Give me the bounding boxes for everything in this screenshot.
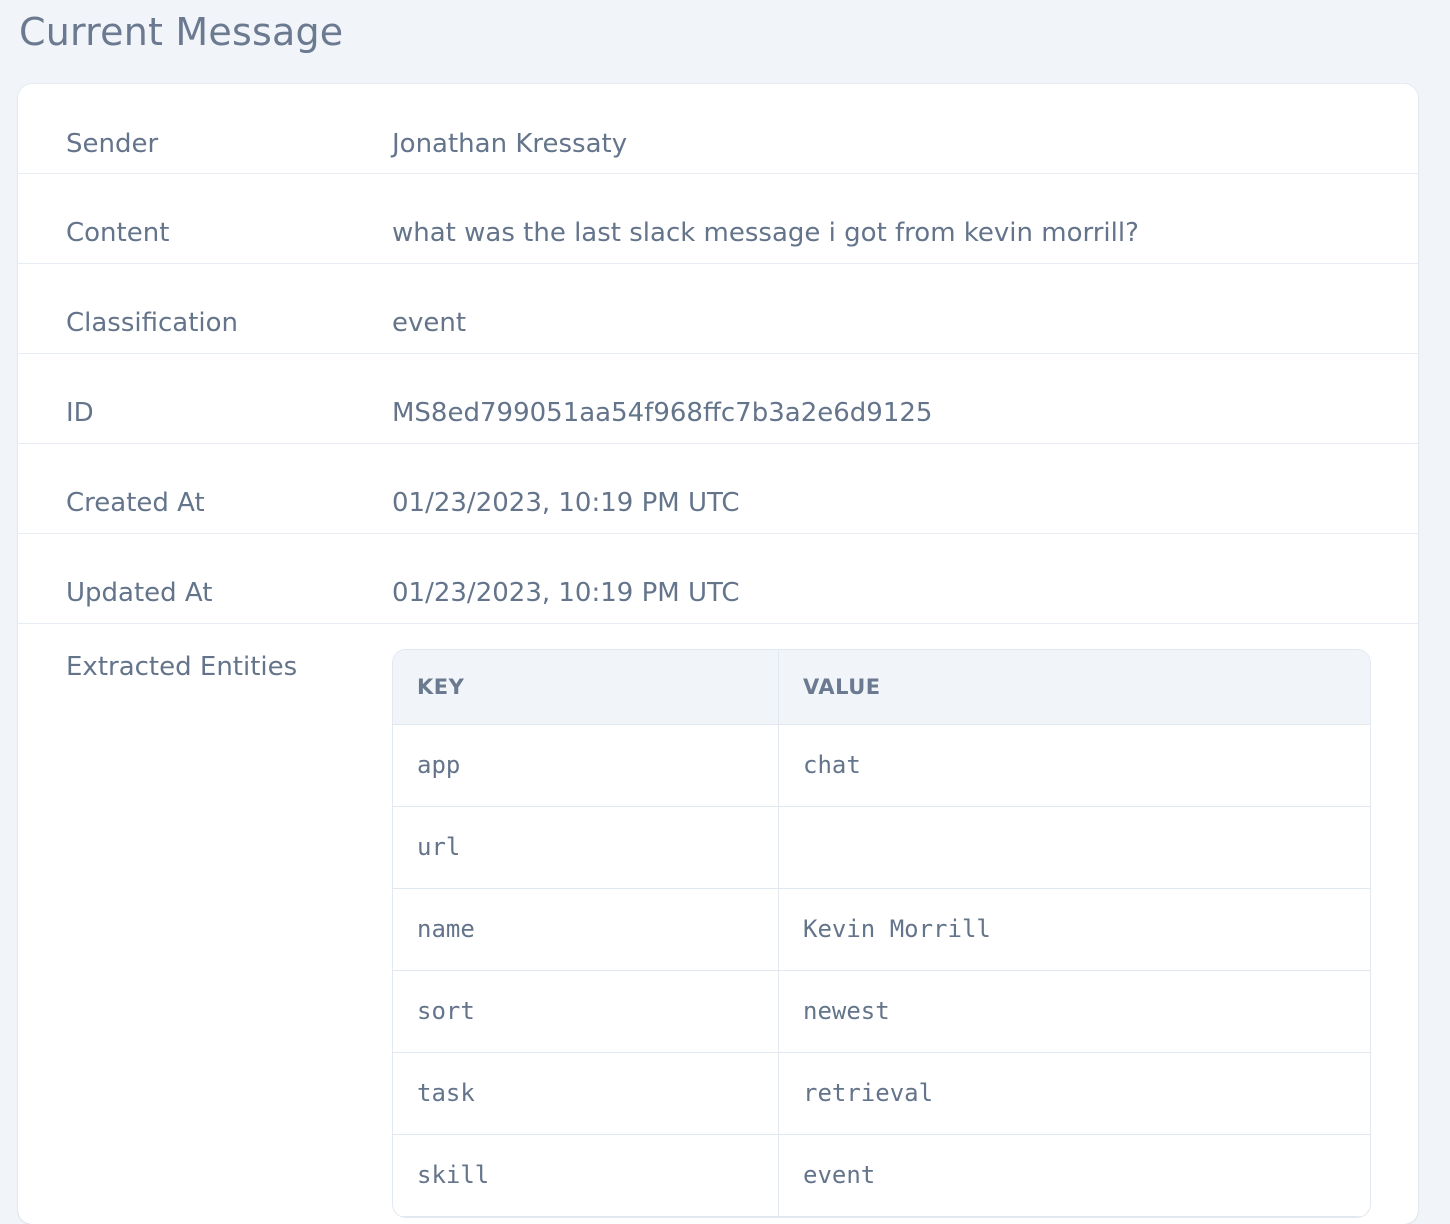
classification-label: Classification xyxy=(66,308,239,338)
detail-row-classification: Classification event xyxy=(18,264,1418,354)
content-label: Content xyxy=(66,218,170,248)
entity-value-cell: event xyxy=(803,1161,876,1189)
detail-row-created-at: Created At 01/23/2023, 10:19 PM UTC xyxy=(18,444,1418,534)
detail-row-sender: Sender Jonathan Kressaty xyxy=(18,84,1418,174)
entity-value-cell: newest xyxy=(803,997,890,1025)
detail-row-updated-at: Updated At 01/23/2023, 10:19 PM UTC xyxy=(18,534,1418,624)
sender-value: Jonathan Kressaty xyxy=(392,129,628,159)
entities-table: KEY VALUE app chat url name Kevin Morril… xyxy=(392,649,1371,1218)
id-value: MS8ed799051aa54f968ffc7b3a2e6d9125 xyxy=(392,398,933,428)
entity-value-cell xyxy=(779,807,1370,888)
column-header-key: KEY xyxy=(393,650,779,724)
entities-table-header: KEY VALUE xyxy=(393,650,1370,725)
entity-key-cell: url xyxy=(393,807,779,888)
column-header-value: VALUE xyxy=(803,675,881,699)
updated-at-value: 01/23/2023, 10:19 PM UTC xyxy=(392,578,740,608)
table-row: sort newest xyxy=(393,971,1370,1053)
detail-row-id: ID MS8ed799051aa54f968ffc7b3a2e6d9125 xyxy=(18,354,1418,444)
detail-row-content: Content what was the last slack message … xyxy=(18,174,1418,264)
content-value: what was the last slack message i got fr… xyxy=(392,218,1139,248)
table-row: url xyxy=(393,807,1370,889)
classification-value: event xyxy=(392,308,467,338)
sender-label: Sender xyxy=(66,129,159,159)
created-at-value: 01/23/2023, 10:19 PM UTC xyxy=(392,488,740,518)
created-at-label: Created At xyxy=(66,488,205,518)
table-row: skill event xyxy=(393,1135,1370,1217)
extracted-entities-label: Extracted Entities xyxy=(66,652,298,682)
detail-row-extracted-entities: Extracted Entities KEY VALUE app chat ur… xyxy=(18,624,1418,1218)
message-details-card: Sender Jonathan Kressaty Content what wa… xyxy=(18,84,1418,1224)
updated-at-label: Updated At xyxy=(66,578,213,608)
id-label: ID xyxy=(66,398,94,428)
entity-key-cell: skill xyxy=(393,1135,779,1216)
page-title: Current Message xyxy=(19,10,344,54)
entity-key-cell: app xyxy=(393,725,779,806)
entity-key-cell: name xyxy=(393,889,779,970)
table-row: name Kevin Morrill xyxy=(393,889,1370,971)
entity-value-cell: Kevin Morrill xyxy=(803,915,991,943)
entity-key-cell: sort xyxy=(393,971,779,1052)
entity-key-cell: task xyxy=(393,1053,779,1134)
table-row: task retrieval xyxy=(393,1053,1370,1135)
table-row: app chat xyxy=(393,725,1370,807)
entity-value-cell: retrieval xyxy=(803,1079,934,1107)
entity-value-cell: chat xyxy=(803,751,861,779)
